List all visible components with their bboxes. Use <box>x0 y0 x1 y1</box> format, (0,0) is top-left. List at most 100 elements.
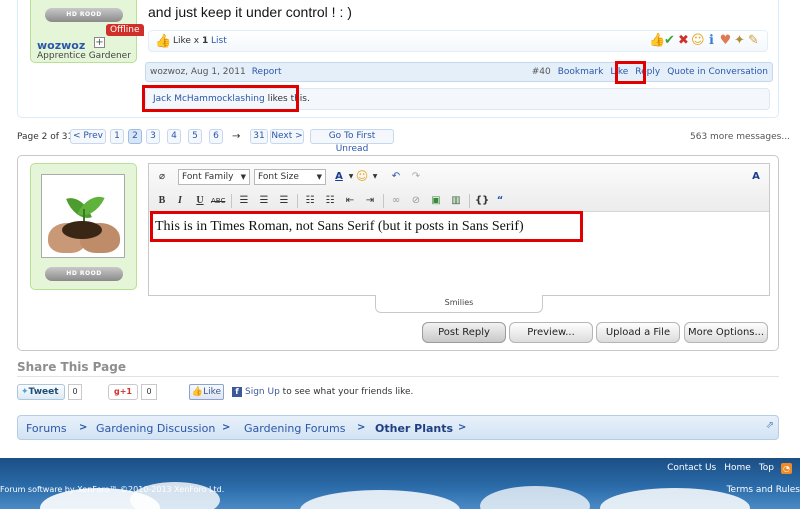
align-right-icon[interactable]: ☰ <box>277 194 291 208</box>
bold-icon[interactable]: B <box>155 194 169 208</box>
likes-list-link[interactable]: List <box>211 36 227 46</box>
share-divider <box>17 376 779 377</box>
user-badge: HD ROOD <box>45 8 123 22</box>
gplus-count: 0 <box>141 384 157 400</box>
heart-icon[interactable]: ♥ <box>719 33 733 48</box>
prev-page-button[interactable]: < Prev <box>70 129 106 144</box>
fb-like-button[interactable]: 👍Like <box>189 384 224 400</box>
footer-copyright[interactable]: Forum software by XenForo™ ©2010-2013 Xe… <box>0 485 224 494</box>
post-meta-bar: wozwoz, Aug 1, 2011 Report #40 Bookmark Lik… <box>145 62 773 82</box>
first-unread-button[interactable]: Go To First Unread <box>310 129 394 154</box>
code-icon[interactable]: {} <box>475 194 489 208</box>
jump-menu-icon[interactable]: ⇗ <box>766 420 774 431</box>
breadcrumb-gardening-forums[interactable]: Gardening Forums <box>244 422 345 435</box>
top-link[interactable]: Top <box>759 463 774 473</box>
post-number[interactable]: #40 <box>532 67 551 77</box>
post-reply-button[interactable]: Post Reply <box>422 322 506 343</box>
smile-icon[interactable]: ☺ <box>691 33 705 48</box>
quote-icon[interactable]: “ <box>493 194 507 208</box>
bullet-list-icon[interactable]: ☷ <box>303 194 317 208</box>
smilies-tab[interactable]: Smilies <box>375 295 543 313</box>
outdent-icon[interactable]: ⇤ <box>343 194 357 208</box>
breadcrumb-other-plants[interactable]: Other Plants <box>375 422 453 435</box>
page-5-button[interactable]: 5 <box>188 129 202 144</box>
align-center-icon[interactable]: ☰ <box>257 194 271 208</box>
toggle-source-icon[interactable]: A <box>749 170 763 184</box>
share-title: Share This Page <box>17 360 126 374</box>
undo-icon[interactable]: ↶ <box>389 170 403 184</box>
strikethrough-icon[interactable]: ABC <box>211 194 225 208</box>
page-31-button[interactable]: 31 <box>250 129 268 144</box>
image-icon[interactable]: ▣ <box>429 194 443 208</box>
page-1-button[interactable]: 1 <box>110 129 124 144</box>
thumbs-up-icon[interactable]: 👍 <box>649 33 665 48</box>
chevron-down-icon[interactable]: ▼ <box>368 170 382 184</box>
info-icon[interactable]: ℹ <box>705 33 719 48</box>
post-meta-right: #40 Bookmark Like Reply Quote in Conversatio… <box>525 67 768 77</box>
likes-bar: 👍 Like x 1 List 👍✔ ✖☺ ℹ ♥ ✦ ✎ <box>148 30 768 52</box>
like-count: Like x 1 <box>173 36 209 46</box>
rss-icon[interactable]: ◔ <box>781 463 792 474</box>
user-badge: HD ROOD <box>45 267 123 281</box>
indent-icon[interactable]: ⇥ <box>363 194 377 208</box>
terms-link[interactable]: Terms and Rules <box>727 485 800 495</box>
tweet-button[interactable]: ✦Tweet <box>17 384 65 400</box>
smiley-icon[interactable]: ☺ <box>355 169 369 183</box>
upload-file-button[interactable]: Upload a File <box>596 322 680 343</box>
page-6-button[interactable]: 6 <box>209 129 223 144</box>
numbered-list-icon[interactable]: ☷ <box>323 194 337 208</box>
breadcrumb-sep: > <box>458 422 467 433</box>
home-link[interactable]: Home <box>724 463 751 473</box>
pencil-icon[interactable]: ✎ <box>747 33 761 48</box>
breadcrumb-sep: > <box>79 422 88 433</box>
more-options-button[interactable]: More Options... <box>684 322 768 343</box>
align-left-icon[interactable]: ☰ <box>237 194 251 208</box>
page-nav: Page 2 of 31 < Prev 1 2 3 4 5 6 → 31 Nex… <box>17 129 437 154</box>
breadcrumb-forums[interactable]: Forums <box>26 422 67 435</box>
editor-text-highlight-box <box>150 211 583 242</box>
underline-icon[interactable]: U <box>193 194 207 208</box>
font-size-select[interactable]: Font Size ▼ <box>254 169 326 185</box>
rating-icons: 👍✔ ✖☺ ℹ ♥ ✦ ✎ <box>649 33 761 48</box>
redo-icon[interactable]: ↷ <box>409 170 423 184</box>
thumbs-up-icon: 👍 <box>191 387 204 397</box>
user-avatar <box>41 174 125 258</box>
breadcrumb-gardening-discussion[interactable]: Gardening Discussion <box>96 422 215 435</box>
page-3-button[interactable]: 3 <box>146 129 160 144</box>
page-2-button[interactable]: 2 <box>128 129 142 144</box>
unlink-icon[interactable]: ⊘ <box>409 194 423 208</box>
font-family-select[interactable]: Font Family ▼ <box>178 169 250 185</box>
more-messages-link[interactable]: 563 more messages... <box>690 132 790 142</box>
remove-format-icon[interactable]: ⌀ <box>155 170 169 184</box>
report-link[interactable]: Report <box>252 67 282 77</box>
user-title: Apprentice Gardener <box>37 51 131 61</box>
expand-plus-icon[interactable]: + <box>94 37 105 48</box>
tweet-count: 0 <box>68 384 82 400</box>
like-highlight-box <box>615 61 646 84</box>
thumbs-up-icon: 👍 <box>155 34 172 49</box>
footer: Contact Us Home Top ◔ Forum software by Xe… <box>0 458 800 509</box>
fb-signup-link[interactable]: Sign Up <box>245 387 280 397</box>
italic-icon[interactable]: I <box>173 194 187 208</box>
next-page-button[interactable]: Next > <box>270 129 304 144</box>
twitter-bird-icon: ✦ <box>21 387 29 397</box>
x-icon[interactable]: ✖ <box>677 33 691 48</box>
page-arrow: → <box>232 131 241 142</box>
fb-signup-text: f Sign Up to see what your friends like. <box>232 387 413 397</box>
check-icon[interactable]: ✔ <box>663 33 677 48</box>
user-block-reply: HD ROOD <box>30 163 137 290</box>
gplus-button[interactable]: g+1 <box>108 384 138 400</box>
contact-us-link[interactable]: Contact Us <box>667 463 716 473</box>
post-author-date: wozwoz, Aug 1, 2011 <box>150 67 246 77</box>
wrench-icon[interactable]: ✦ <box>733 33 747 48</box>
media-icon[interactable]: ▥ <box>449 194 463 208</box>
bookmark-link[interactable]: Bookmark <box>558 67 604 77</box>
post-meta-left: wozwoz, Aug 1, 2011 Report <box>150 67 282 77</box>
quote-link[interactable]: Quote in Conversation <box>667 67 768 77</box>
link-icon[interactable]: ∞ <box>389 194 403 208</box>
page-label: Page 2 of 31 <box>17 132 74 142</box>
preview-button[interactable]: Preview... <box>509 322 593 343</box>
page-4-button[interactable]: 4 <box>167 129 181 144</box>
footer-links: Contact Us Home Top <box>659 463 774 473</box>
breadcrumb-sep: > <box>222 422 231 433</box>
